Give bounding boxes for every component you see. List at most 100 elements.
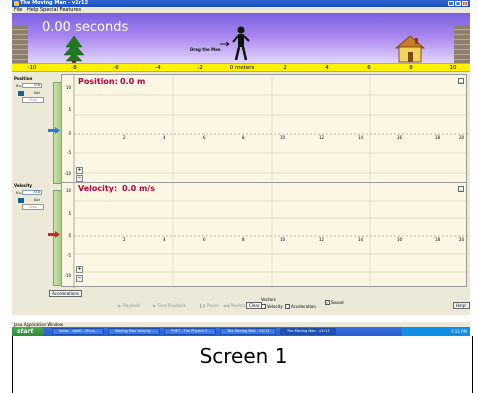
ruler-tick: -10 bbox=[27, 65, 37, 71]
zoom-out-icon[interactable]: − bbox=[76, 275, 83, 282]
position-x-tick: 6 bbox=[203, 135, 206, 140]
position-graph-title: Position: bbox=[78, 77, 118, 86]
position-x-tick: 10 bbox=[280, 135, 286, 140]
meter-ruler: -10 -8 -6 -4 -2 0 meters 2 4 6 8 10 bbox=[12, 63, 470, 72]
start-button[interactable]: start bbox=[12, 327, 44, 336]
position-x-tick: 8 bbox=[242, 135, 245, 140]
taskbar-item-active[interactable]: The Moving Man - v1r13 bbox=[280, 328, 336, 335]
system-tray: 1:15 PM bbox=[402, 327, 470, 336]
position-go-button[interactable]: Go! bbox=[18, 90, 40, 96]
velocity-vector-checkbox[interactable] bbox=[261, 304, 266, 309]
close-button[interactable]: ✕ bbox=[462, 1, 468, 6]
moving-man-figure[interactable] bbox=[230, 25, 252, 63]
playback-button[interactable]: ▶ Playback bbox=[116, 301, 142, 310]
ruler-tick: 4 bbox=[325, 65, 329, 71]
main-panel: Position x= 0.0 Go! Stop 10 5 0 -5 -10 P… bbox=[12, 72, 470, 315]
right-wall bbox=[454, 25, 470, 63]
minimize-button[interactable]: _ bbox=[448, 1, 454, 6]
sound-checkbox[interactable]: ✓ bbox=[325, 300, 330, 305]
velocity-x-tick: 6 bbox=[203, 237, 206, 242]
taskbar-item[interactable]: PHET - The Physics E... bbox=[164, 328, 216, 335]
monitor-icon bbox=[18, 197, 24, 203]
slow-playback-label: Slow Playback bbox=[157, 303, 186, 308]
sound-label: Sound bbox=[331, 300, 344, 305]
velocity-y-tick: 5 bbox=[68, 211, 71, 216]
house-icon bbox=[395, 35, 425, 63]
velocity-value-field[interactable]: 0.0 bbox=[22, 190, 42, 195]
window-title: The Moving Man - v1r13 bbox=[20, 0, 88, 6]
velocity-x-tick: 10 bbox=[280, 237, 286, 242]
ruler-tick: -8 bbox=[71, 65, 77, 71]
tree-icon bbox=[63, 35, 85, 63]
zoom-in-icon[interactable]: + bbox=[76, 167, 83, 174]
velocity-slider-arrow-icon[interactable] bbox=[48, 231, 60, 238]
velocity-x-tick: 20 bbox=[459, 237, 465, 242]
screen-caption: Screen 1 bbox=[199, 344, 288, 368]
ruler-tick: 10 bbox=[449, 65, 457, 71]
position-stop-button[interactable]: Stop bbox=[22, 97, 44, 103]
vectors-label: Vectors bbox=[261, 297, 276, 302]
accelerations-button[interactable]: Accelerations bbox=[49, 290, 82, 297]
position-slider-arrow-icon[interactable] bbox=[48, 127, 60, 134]
acceleration-vector-label: Acceleration bbox=[291, 304, 316, 309]
velocity-vector-label: Velocity bbox=[267, 304, 283, 309]
app-icon bbox=[14, 1, 19, 6]
zoom-out-icon[interactable]: − bbox=[76, 175, 83, 182]
velocity-x-tick: 12 bbox=[319, 237, 325, 242]
velocity-go-button[interactable]: Go! bbox=[18, 197, 40, 203]
pause-button[interactable]: ❚❚ Pause bbox=[197, 301, 221, 310]
position-graph-minimize-button[interactable]: _ bbox=[458, 78, 464, 84]
left-wall bbox=[12, 25, 28, 63]
taskbar-item[interactable]: Moving Man Velocity ... bbox=[108, 328, 160, 335]
ruler-tick: -6 bbox=[113, 65, 119, 71]
rewind-label: Rewind bbox=[230, 303, 245, 308]
position-y-tick: 10 bbox=[65, 85, 71, 90]
slow-playback-button[interactable]: ▶ Slow Playback bbox=[151, 301, 188, 310]
position-y-tick: 5 bbox=[68, 107, 71, 112]
velocity-y-tick: 0 bbox=[68, 233, 71, 238]
arrow-right-icon bbox=[220, 41, 230, 47]
rewind-button[interactable]: ◀◀ Rewind bbox=[221, 301, 247, 310]
position-side-label: Position bbox=[14, 76, 33, 81]
position-x-tick: 2 bbox=[123, 135, 126, 140]
ruler-tick: 0 meters bbox=[229, 65, 255, 71]
playback-label: Playback bbox=[122, 303, 141, 308]
position-x-tick: 4 bbox=[163, 135, 166, 140]
help-button[interactable]: Help! bbox=[453, 302, 470, 309]
monitor-icon bbox=[18, 90, 24, 96]
velocity-graph-minimize-button[interactable]: _ bbox=[458, 186, 464, 192]
ruler-tick: 8 bbox=[409, 65, 413, 71]
velocity-x-tick: 2 bbox=[123, 237, 126, 242]
velocity-x-tick: 16 bbox=[397, 237, 403, 242]
caption-frame: Screen 1 bbox=[12, 336, 473, 393]
position-x-label: x= bbox=[16, 83, 22, 88]
velocity-graph[interactable]: 10 5 0 -5 -10 Velocity: 0.0 m/s _ + − 2 … bbox=[61, 182, 468, 288]
maximize-button[interactable]: □ bbox=[455, 1, 461, 6]
position-value-field[interactable]: 0.0 bbox=[22, 83, 42, 88]
velocity-stop-button[interactable]: Stop bbox=[22, 204, 44, 210]
taskbar-item[interactable]: Inbox - vip60 - Micro... bbox=[52, 328, 104, 335]
position-x-tick: 12 bbox=[319, 135, 325, 140]
taskbar: start Inbox - vip60 - Micro... Moving Ma… bbox=[12, 327, 470, 336]
slow-play-icon: ▶ bbox=[153, 303, 157, 308]
motion-scene: 0.00 seconds Drag the Man bbox=[12, 13, 470, 63]
position-graph-value: 0.0 m bbox=[120, 77, 146, 86]
time-readout: 0.00 seconds bbox=[42, 20, 129, 35]
velocity-y-tick: -5 bbox=[67, 253, 71, 258]
velocity-x-tick: 14 bbox=[358, 237, 364, 242]
velocity-y-tick: -10 bbox=[64, 273, 71, 278]
position-y-tick: 0 bbox=[68, 131, 71, 136]
position-graph-grid bbox=[73, 75, 468, 188]
clear-button[interactable]: Clear bbox=[246, 302, 263, 309]
taskbar-item[interactable]: The Moving Man - v1r13 bbox=[220, 328, 276, 335]
velocity-v-label: v= bbox=[16, 190, 22, 195]
clock: 1:15 PM bbox=[450, 329, 467, 334]
position-go-label: Go! bbox=[33, 91, 40, 95]
pause-label: Pause bbox=[206, 303, 219, 308]
position-graph[interactable]: 10 5 0 -5 -10 Position: 0.0 m _ + − 2 4 … bbox=[61, 74, 468, 188]
position-y-tick: -10 bbox=[64, 171, 71, 176]
play-icon: ▶ bbox=[118, 303, 122, 308]
acceleration-vector-checkbox[interactable] bbox=[285, 304, 290, 309]
velocity-x-tick: 18 bbox=[435, 237, 441, 242]
zoom-in-icon[interactable]: + bbox=[76, 266, 83, 273]
